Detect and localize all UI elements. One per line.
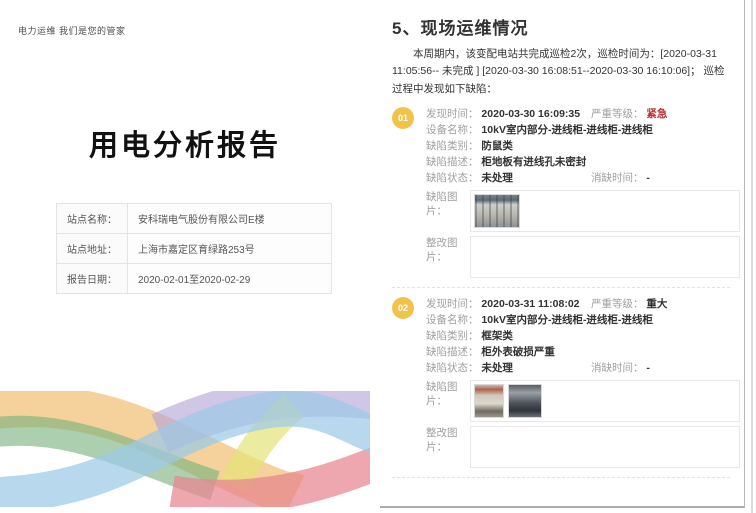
defect-images-row: 缺陷图片： bbox=[426, 380, 744, 422]
table-row: 站点地址： 上海市嘉定区育绿路253号 bbox=[57, 234, 332, 264]
device-name-row: 设备名称： 10kV室内部分-进线柜-进线柜-进线柜 bbox=[426, 122, 744, 138]
defect-category-row: 缺陷类别： 防鼠类 bbox=[426, 138, 744, 154]
site-name-label: 站点名称： bbox=[57, 204, 128, 234]
site-name-value: 安科瑞电气股份有限公司E楼 bbox=[128, 204, 332, 234]
clear-time-label: 消缺时间： bbox=[591, 172, 644, 184]
table-row: 报告日期： 2020-02-01至2020-02-29 bbox=[57, 264, 332, 294]
clear-time-pair: 消缺时间： - bbox=[591, 170, 650, 186]
found-time-value: 2020-03-31 11:08:02 bbox=[481, 298, 579, 310]
severity-pair: 严重等级： 紧急 bbox=[591, 106, 667, 122]
defect-images-label: 缺陷图片： bbox=[426, 380, 470, 408]
found-time-value: 2020-03-30 16:09:35 bbox=[481, 108, 580, 120]
defect-photo-thumbnail[interactable] bbox=[474, 384, 504, 418]
device-name-value: 10kV室内部分-进线柜-进线柜-进线柜 bbox=[481, 124, 653, 136]
item-divider bbox=[392, 287, 730, 288]
defect-description-label: 缺陷描述： bbox=[426, 156, 479, 168]
defect-number-badge: 01 bbox=[392, 107, 414, 129]
report-date-label: 报告日期： bbox=[57, 264, 128, 294]
defect-photo-thumbnail[interactable] bbox=[508, 384, 542, 418]
defect-category-label: 缺陷类别： bbox=[426, 140, 479, 152]
found-time-row: 发现时间： 2020-03-30 16:09:35 严重等级： 紧急 bbox=[426, 106, 744, 122]
defect-status-label: 缺陷状态： bbox=[426, 172, 479, 184]
item-divider bbox=[392, 477, 730, 478]
severity-pair: 严重等级： 重大 bbox=[591, 296, 667, 312]
defect-description-row: 缺陷描述： 柜外表破损严重 bbox=[426, 344, 744, 360]
severity-value: 重大 bbox=[646, 298, 667, 310]
report-page: 5、现场运维情况 本周期内，该变配电站共完成巡检2次，巡检时间为：[2020-0… bbox=[380, 0, 745, 508]
clear-time-value: - bbox=[646, 362, 650, 374]
severity-label: 严重等级： bbox=[591, 108, 644, 120]
clear-time-value: - bbox=[646, 172, 650, 184]
clear-time-pair: 消缺时间： - bbox=[591, 360, 650, 376]
section-title: 5、现场运维情况 bbox=[392, 14, 730, 39]
clear-time-label: 消缺时间： bbox=[591, 362, 644, 374]
defect-category-row: 缺陷类别： 框架类 bbox=[426, 328, 744, 344]
vertical-scrollbar[interactable] bbox=[751, 0, 753, 513]
site-address-value: 上海市嘉定区育绿路253号 bbox=[128, 234, 332, 264]
defect-description-row: 缺陷描述： 柜地板有进线孔未密封 bbox=[426, 154, 744, 170]
defect-category-value: 防鼠类 bbox=[481, 140, 513, 152]
table-row: 站点名称： 安科瑞电气股份有限公司E楼 bbox=[57, 204, 332, 234]
defect-description-value: 柜地板有进线孔未密封 bbox=[481, 156, 586, 168]
site-address-label: 站点地址： bbox=[57, 234, 128, 264]
defect-status-label: 缺陷状态： bbox=[426, 362, 479, 374]
defect-images-box bbox=[470, 190, 740, 232]
device-name-label: 设备名称： bbox=[426, 124, 479, 136]
rectify-images-label: 整改图片： bbox=[426, 426, 470, 454]
report-date-value: 2020-02-01至2020-02-29 bbox=[128, 264, 332, 294]
defect-images-label: 缺陷图片： bbox=[426, 190, 470, 218]
device-name-row: 设备名称： 10kV室内部分-进线柜-进线柜-进线柜 bbox=[426, 312, 744, 328]
device-name-value: 10kV室内部分-进线柜-进线柜-进线柜 bbox=[481, 314, 653, 326]
defect-status-value: 未处理 bbox=[481, 362, 513, 374]
defect-category-value: 框架类 bbox=[481, 330, 513, 342]
defect-status-value: 未处理 bbox=[481, 172, 513, 184]
defect-photo-thumbnail[interactable] bbox=[474, 194, 520, 228]
cover-page: 电力运维 我们是您的管家 用电分析报告 站点名称： 安科瑞电气股份有限公司E楼 … bbox=[0, 0, 370, 513]
rectify-images-row: 整改图片： bbox=[426, 426, 744, 468]
wave-graphic bbox=[0, 391, 370, 507]
rectify-images-box bbox=[470, 236, 740, 278]
defect-category-label: 缺陷类别： bbox=[426, 330, 479, 342]
defect-number-badge: 02 bbox=[392, 297, 414, 319]
cover-tagline: 电力运维 我们是您的管家 bbox=[18, 24, 126, 37]
defect-description-label: 缺陷描述： bbox=[426, 346, 479, 358]
rectify-images-row: 整改图片： bbox=[426, 236, 744, 278]
severity-label: 严重等级： bbox=[591, 298, 644, 310]
found-time-label: 发现时间： bbox=[426, 298, 479, 310]
rectify-images-box bbox=[470, 426, 740, 468]
found-time-row: 发现时间： 2020-03-31 11:08:02 严重等级： 重大 bbox=[426, 296, 744, 312]
defect-images-row: 缺陷图片： bbox=[426, 190, 744, 232]
inspection-summary: 本周期内，该变配电站共完成巡检2次，巡检时间为：[2020-03-31 11:0… bbox=[392, 46, 732, 98]
defect-item-01: 01 发现时间： 2020-03-30 16:09:35 严重等级： 紧急 设备… bbox=[392, 106, 744, 278]
defect-item-02: 02 发现时间： 2020-03-31 11:08:02 严重等级： 重大 设备… bbox=[392, 296, 744, 468]
defect-description-value: 柜外表破损严重 bbox=[481, 346, 555, 358]
defect-status-row: 缺陷状态： 未处理 消缺时间： - bbox=[426, 170, 744, 186]
found-time-label: 发现时间： bbox=[426, 108, 479, 120]
defect-status-row: 缺陷状态： 未处理 消缺时间： - bbox=[426, 360, 744, 376]
site-info-table: 站点名称： 安科瑞电气股份有限公司E楼 站点地址： 上海市嘉定区育绿路253号 … bbox=[56, 203, 332, 294]
cover-title: 用电分析报告 bbox=[0, 122, 370, 164]
rectify-images-label: 整改图片： bbox=[426, 236, 470, 264]
device-name-label: 设备名称： bbox=[426, 314, 479, 326]
severity-value: 紧急 bbox=[646, 108, 667, 120]
defect-images-box bbox=[470, 380, 740, 422]
